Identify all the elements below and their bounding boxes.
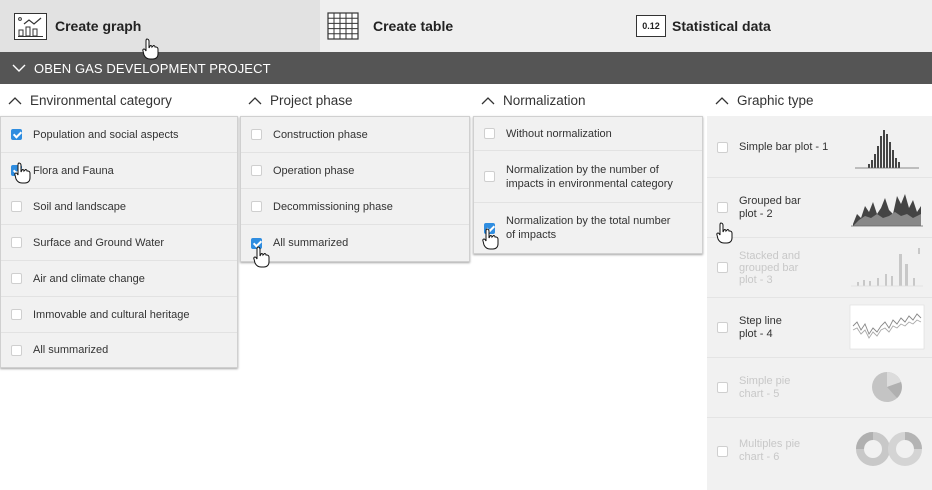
env-category-list: Population and social aspects Flora and … [0, 116, 238, 368]
checkbox[interactable] [717, 322, 728, 333]
statistics-value-icon: 0.12 [636, 15, 666, 37]
checkbox[interactable] [484, 171, 495, 182]
grouped-bar-thumbnail-icon [851, 194, 923, 227]
graphic-type-label: Multiples pie chart - 6 [739, 438, 801, 463]
graphic-type-label: Grouped bar plot - 2 [739, 194, 801, 220]
normalization-header[interactable]: Normalization [473, 84, 703, 116]
env-category-header-label: Environmental category [30, 92, 172, 108]
checkbox[interactable] [251, 201, 262, 212]
list-item[interactable]: Soil and landscape [1, 189, 237, 225]
toolbar: Create graph Create table 0.12 Statistic… [0, 0, 932, 52]
chevron-up-icon [481, 96, 495, 104]
graphic-type-multiple-pie[interactable]: Multiples pie chart - 6 [707, 418, 932, 484]
chevron-up-icon [715, 96, 729, 104]
checkbox[interactable] [251, 129, 262, 140]
list-item[interactable]: Normalization by the number of impacts in… [474, 151, 702, 203]
checkbox[interactable] [484, 128, 495, 139]
project-bar[interactable]: OBEN GAS DEVELOPMENT PROJECT [0, 52, 932, 84]
checkbox[interactable] [251, 237, 262, 249]
checkbox[interactable] [11, 129, 22, 140]
checkbox[interactable] [717, 262, 728, 273]
statistical-data-button[interactable]: 0.12 Statistical data [636, 0, 932, 52]
graphic-type-header[interactable]: Graphic type [707, 84, 932, 116]
graphic-type-label: Simple pie chart - 5 [739, 374, 791, 400]
project-title: OBEN GAS DEVELOPMENT PROJECT [34, 60, 271, 76]
table-grid-icon [327, 12, 359, 40]
graphic-type-step-line[interactable]: Step line plot - 4 [707, 298, 932, 358]
graphic-type-header-label: Graphic type [737, 92, 814, 108]
normalization-header-label: Normalization [503, 92, 586, 108]
env-category-header[interactable]: Environmental category [0, 84, 238, 116]
graphic-type-simple-pie[interactable]: Simple pie chart - 5 [707, 358, 932, 418]
list-item[interactable]: All summarized [1, 333, 237, 367]
checkbox[interactable] [717, 445, 728, 457]
checkbox[interactable] [11, 165, 22, 176]
list-item[interactable]: Normalization by the total number of impa… [474, 203, 702, 253]
graphic-type-label: Stacked and grouped bar plot - 3 [739, 249, 801, 286]
project-phase-list: Construction phase Operation phase Decom… [240, 116, 470, 262]
checkbox[interactable] [717, 142, 728, 153]
normalization-list: Without normalization Normalization by t… [473, 116, 703, 254]
donut-thumbnail-icon [856, 432, 922, 466]
simple-bar-thumbnail-icon [855, 130, 919, 169]
checkbox[interactable] [11, 309, 22, 320]
chevron-up-icon [248, 96, 262, 104]
project-phase-header[interactable]: Project phase [240, 84, 470, 116]
checkbox[interactable] [11, 344, 22, 356]
graph-icon [14, 12, 47, 40]
statistical-data-label: Statistical data [672, 18, 771, 34]
list-item[interactable]: Decommissioning phase [241, 189, 469, 225]
create-graph-button[interactable]: Create graph [0, 0, 320, 52]
project-phase-header-label: Project phase [270, 92, 353, 108]
graphic-type-label: Simple bar plot - 1 [739, 141, 829, 153]
graphic-type-grouped-bar[interactable]: Grouped bar plot - 2 [707, 178, 932, 238]
checkbox[interactable] [11, 273, 22, 284]
step-line-thumbnail-icon [849, 304, 925, 350]
list-item[interactable]: Flora and Fauna [1, 153, 237, 189]
checkbox[interactable] [11, 201, 22, 212]
chevron-down-icon [12, 64, 26, 72]
list-item[interactable]: Population and social aspects [1, 117, 237, 153]
chevron-up-icon [8, 96, 22, 104]
checkbox[interactable] [11, 237, 22, 248]
checkbox[interactable] [717, 202, 728, 213]
list-item[interactable]: Surface and Ground Water [1, 225, 237, 261]
list-item[interactable]: Air and climate change [1, 261, 237, 297]
graphic-type-simple-bar[interactable]: Simple bar plot - 1 [707, 118, 932, 178]
stacked-bar-thumbnail-icon [851, 248, 923, 287]
create-table-button[interactable]: Create table [327, 0, 607, 52]
list-item[interactable]: Operation phase [241, 153, 469, 189]
create-graph-label: Create graph [55, 18, 142, 34]
list-item[interactable]: Without normalization [474, 117, 702, 151]
list-item[interactable]: All summarized [241, 225, 469, 261]
create-table-label: Create table [373, 18, 454, 34]
list-item[interactable]: Construction phase [241, 117, 469, 153]
graphic-type-stacked-bar[interactable]: Stacked and grouped bar plot - 3 [707, 238, 932, 298]
graphic-type-list: Simple bar plot - 1 Grouped bar plot - 2 … [707, 116, 932, 490]
checkbox[interactable] [484, 222, 495, 234]
pie-thumbnail-icon [872, 372, 902, 402]
checkbox[interactable] [251, 165, 262, 176]
graphic-type-label: Step line plot - 4 [739, 314, 782, 340]
list-item[interactable]: Immovable and cultural heritage [1, 297, 237, 333]
checkbox[interactable] [717, 382, 728, 393]
